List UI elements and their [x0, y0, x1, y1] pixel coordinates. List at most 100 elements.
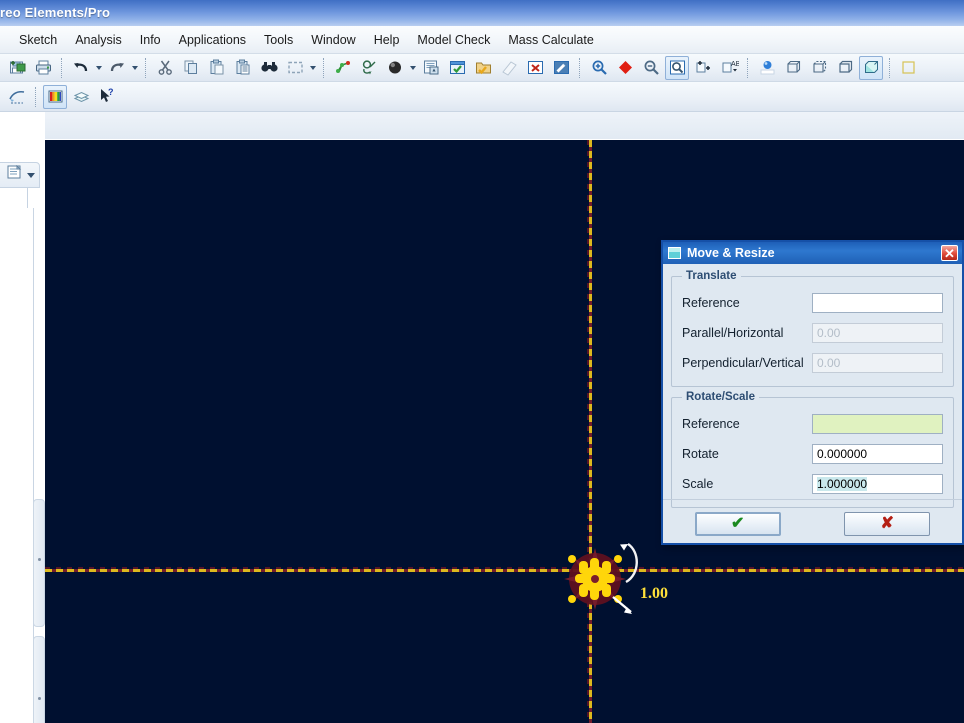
rotate-label: Rotate — [682, 447, 719, 461]
translate-perpendicular-vertical: 0.00 — [812, 353, 943, 373]
zoom-in-icon[interactable] — [587, 56, 611, 80]
menu-applications[interactable]: Applications — [170, 30, 255, 50]
list-icon — [7, 164, 23, 185]
chevron-down-icon[interactable] — [27, 172, 35, 178]
splitter-handle-upper[interactable] — [33, 499, 45, 627]
hidden-line-icon[interactable] — [807, 56, 831, 80]
cut-icon[interactable] — [153, 56, 177, 80]
close-icon[interactable]: ✕ — [941, 245, 958, 261]
menu-bar: Sketch Analysis Info Applications Tools … — [0, 26, 964, 54]
menu-tools[interactable]: Tools — [255, 30, 302, 50]
zoom-out-icon[interactable] — [639, 56, 663, 80]
display-dropdown-arrow[interactable] — [408, 56, 418, 80]
erase-icon[interactable] — [497, 56, 521, 80]
model-tree-dropdown[interactable] — [0, 162, 40, 188]
select-dropdown-arrow[interactable] — [308, 56, 318, 80]
save-icon[interactable] — [5, 56, 29, 80]
menu-analysis[interactable]: Analysis — [66, 30, 131, 50]
shading-icon[interactable] — [859, 55, 883, 80]
translate-legend: Translate — [686, 270, 737, 282]
layer-check-icon[interactable] — [445, 56, 469, 80]
redo-dropdown-arrow[interactable] — [130, 56, 140, 80]
secondary-toolbar: ? — [0, 82, 964, 112]
color-appearance-icon[interactable] — [43, 84, 67, 109]
rotate-scale-legend: Rotate/Scale — [686, 391, 756, 403]
undo-icon[interactable] — [69, 56, 93, 80]
menu-help[interactable]: Help — [365, 30, 409, 50]
repaint-icon[interactable] — [549, 56, 573, 80]
window-icon — [668, 247, 681, 259]
dialog-body: Translate Reference Parallel/Horizontal … — [663, 264, 962, 547]
scale-row: Scale 1.000000 — [682, 471, 943, 497]
datum-point-icon[interactable] — [331, 56, 355, 80]
toolbar-separator — [889, 57, 891, 78]
toolbar-separator — [61, 57, 63, 78]
scale-input[interactable]: 1.000000 — [812, 474, 943, 494]
datum-plane-icon[interactable] — [613, 56, 637, 80]
orient-icon[interactable] — [691, 56, 715, 80]
select-region-icon[interactable] — [283, 56, 307, 80]
dialog-footer: ✔ ✘ — [663, 499, 962, 547]
refit-icon[interactable] — [665, 55, 689, 80]
toolbar-separator — [145, 57, 147, 78]
rotate-row: Rotate 0.000000 — [682, 441, 943, 467]
delete-view-icon[interactable] — [523, 56, 547, 80]
paste-special-icon[interactable] — [231, 56, 255, 80]
rotate-scale-group: Rotate/Scale Reference Rotate 0.000000 S… — [671, 391, 954, 508]
translate-group: Translate Reference Parallel/Horizontal … — [671, 270, 954, 387]
window-title: reo Elements/Pro — [0, 5, 111, 20]
model-tree-icon[interactable] — [419, 56, 443, 80]
dialog-title-bar[interactable]: Move & Resize ✕ — [663, 242, 962, 264]
ok-button[interactable]: ✔ — [694, 511, 781, 536]
cancel-button[interactable]: ✘ — [844, 511, 931, 536]
check-icon: ✔ — [731, 514, 745, 532]
annotation-icon[interactable]: AB — [717, 56, 741, 80]
shaded-display-icon[interactable] — [383, 56, 407, 80]
move-resize-drag-handle[interactable] — [550, 530, 670, 620]
menu-sketch[interactable]: Sketch — [10, 30, 66, 50]
help-pointer-icon[interactable]: ? — [95, 85, 119, 109]
find-icon[interactable] — [257, 56, 281, 80]
undo-dropdown-arrow[interactable] — [94, 56, 104, 80]
dock-body — [0, 208, 34, 723]
horizontal-reference-axis — [45, 567, 964, 572]
left-dock-panel — [0, 112, 45, 723]
vertical-reference-axis — [587, 140, 592, 723]
rotatescale-reference[interactable] — [812, 414, 943, 434]
menu-model-check[interactable]: Model Check — [408, 30, 499, 50]
svg-text:?: ? — [108, 87, 114, 97]
translate-reference-label: Reference — [682, 296, 740, 310]
main-toolbar: AB — [0, 54, 964, 82]
print-icon[interactable] — [31, 56, 55, 80]
sketcher-icon[interactable] — [5, 85, 29, 109]
scale-value-label: 1.00 — [640, 585, 668, 602]
translate-parallel-horizontal: 0.00 — [812, 323, 943, 343]
move-resize-dialog: Move & Resize ✕ Translate Reference Para… — [661, 240, 964, 545]
overflow-icon[interactable] — [897, 56, 921, 80]
spot-light-icon[interactable] — [755, 56, 779, 80]
scale-label: Scale — [682, 477, 714, 491]
menu-mass-calculate[interactable]: Mass Calculate — [499, 30, 602, 50]
redo-icon[interactable] — [105, 56, 129, 80]
toolbar-separator — [579, 57, 581, 78]
translate-perpendicular-vertical-label: Perpendicular/Vertical — [682, 356, 804, 370]
copy-icon[interactable] — [179, 56, 203, 80]
window-title-bar: reo Elements/Pro — [0, 0, 964, 26]
paste-icon[interactable] — [205, 56, 229, 80]
rotate-value: 0.000000 — [817, 447, 868, 461]
folder-check-icon[interactable] — [471, 56, 495, 80]
menu-info[interactable]: Info — [131, 30, 170, 50]
translate-perpendicular-vertical-value: 0.00 — [817, 356, 841, 370]
cross-icon: ✘ — [880, 514, 894, 532]
splitter-handle-lower[interactable] — [33, 636, 45, 723]
wireframe-icon[interactable] — [781, 56, 805, 80]
menu-window[interactable]: Window — [302, 30, 364, 50]
toolbar-separator — [35, 86, 37, 107]
translate-reference[interactable] — [812, 293, 943, 313]
toolbar-separator — [323, 57, 325, 78]
no-hidden-icon[interactable] — [833, 56, 857, 80]
toolbar-separator — [747, 57, 749, 78]
regenerate-icon[interactable] — [357, 56, 381, 80]
layers-icon[interactable] — [69, 85, 93, 109]
rotate-input[interactable]: 0.000000 — [812, 444, 943, 464]
